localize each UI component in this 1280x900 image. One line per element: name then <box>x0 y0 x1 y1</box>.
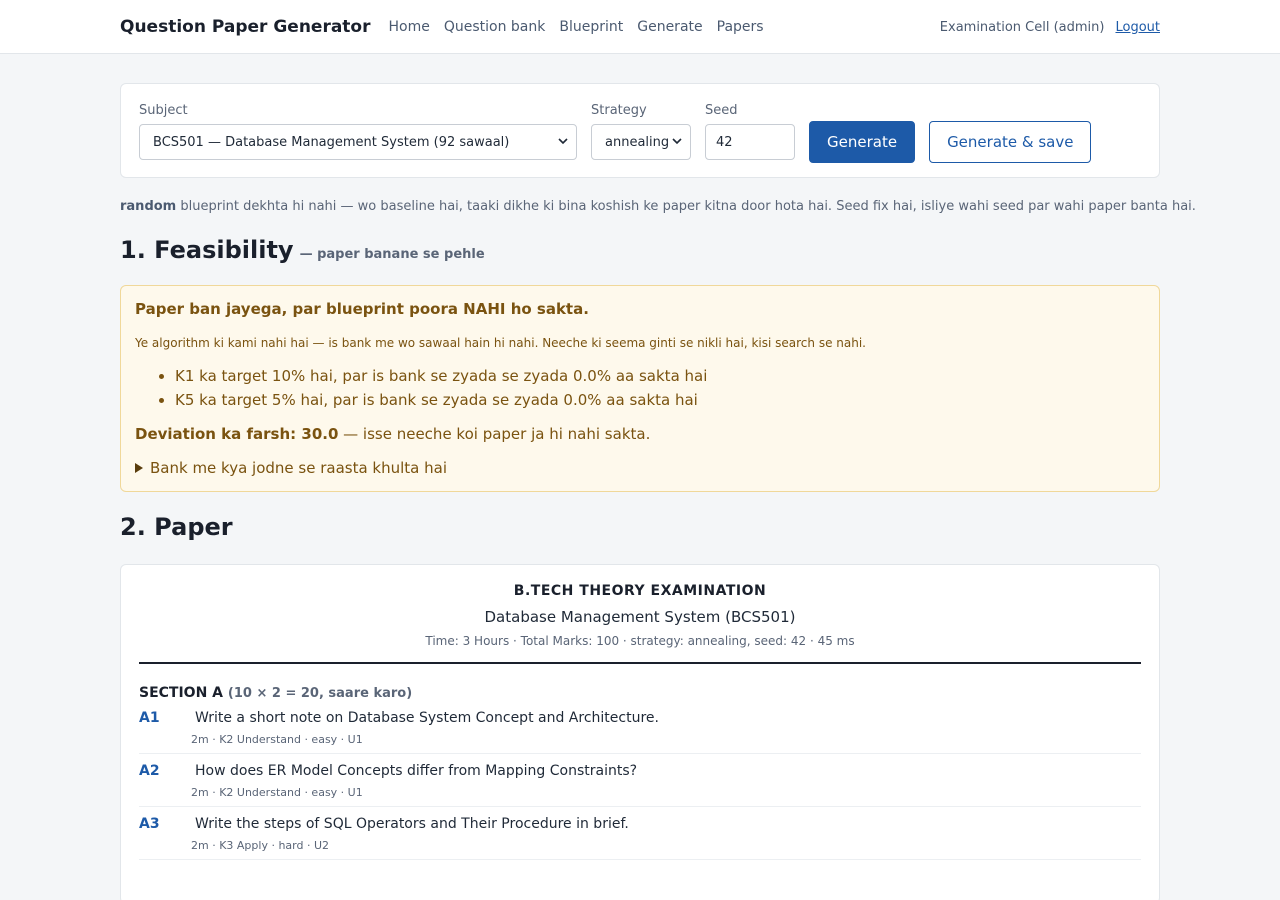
generate-button[interactable]: Generate <box>809 121 916 163</box>
chevron-down-icon <box>558 138 568 145</box>
user-name: Examination Cell (admin) <box>939 19 1105 35</box>
question-meta: 2m · K2 Understand · easy · U1 <box>191 786 363 799</box>
details-label: Bank me kya jodne se raasta khulta hai <box>150 459 448 477</box>
seed-input[interactable]: 42 <box>705 124 795 160</box>
nav-papers[interactable]: Papers <box>717 19 764 35</box>
brand-title[interactable]: Question Paper Generator <box>120 17 371 37</box>
feasibility-heading: 1. Feasibility — paper banane se pehle <box>120 236 1160 264</box>
feasibility-title: 1. Feasibility <box>120 236 294 264</box>
paper-header: B.TECH THEORY EXAMINATION Database Manag… <box>139 583 1141 664</box>
floor-text: — isse neeche koi paper ja hi nahi sakta… <box>338 425 651 443</box>
section-name: SECTION A <box>139 685 224 701</box>
warning-title: Paper ban jayega, par blueprint poora NA… <box>135 300 589 318</box>
warning-list: K1 ka target 10% hai, par is bank se zya… <box>135 364 1145 412</box>
nav-blueprint[interactable]: Blueprint <box>559 19 623 35</box>
section-a-title: SECTION A (10 × 2 = 20, saare karo) <box>139 685 1141 701</box>
subject-value: BCS501 — Database Management System (92 … <box>153 134 510 150</box>
seed-label: Seed <box>705 103 738 118</box>
question-id: A3 <box>139 816 160 832</box>
logout-link[interactable]: Logout <box>1115 20 1160 35</box>
subject-label: Subject <box>139 103 188 118</box>
note-text: blueprint dekhta hi nahi — wo baseline h… <box>176 199 1196 214</box>
exam-title: B.TECH THEORY EXAMINATION <box>513 583 767 599</box>
main-nav: Home Question bank Blueprint Generate Pa… <box>389 19 764 35</box>
question-row: A2 How does ER Model Concepts differ fro… <box>139 754 1141 807</box>
question-meta: 2m · K2 Understand · easy · U1 <box>191 733 363 746</box>
feasibility-warning: Paper ban jayega, par blueprint poora NA… <box>120 285 1160 492</box>
top-navbar: Question Paper Generator Home Question b… <box>0 0 1280 54</box>
chevron-down-icon <box>672 138 682 145</box>
paper-card: B.TECH THEORY EXAMINATION Database Manag… <box>120 564 1160 900</box>
list-item: K1 ka target 10% hai, par is bank se zya… <box>175 364 1145 388</box>
nav-generate[interactable]: Generate <box>637 19 702 35</box>
feasibility-subtitle: — paper banane se pehle <box>299 247 485 262</box>
generate-save-button[interactable]: Generate & save <box>929 121 1092 163</box>
details-toggle[interactable]: Bank me kya jodne se raasta khulta hai <box>135 459 1145 477</box>
note-bold: random <box>120 199 177 214</box>
disclosure-triangle-icon <box>135 463 143 473</box>
question-meta: 2m · K3 Apply · hard · U2 <box>191 839 330 852</box>
strategy-select[interactable]: annealing <box>591 124 691 160</box>
paper-heading: 2. Paper <box>120 513 233 541</box>
deviation-floor: Deviation ka farsh: 30.0 — isse neeche k… <box>135 425 1145 443</box>
nav-question-bank[interactable]: Question bank <box>444 19 546 35</box>
subject-select[interactable]: BCS501 — Database Management System (92 … <box>139 124 577 160</box>
question-text: How does ER Model Concepts differ from M… <box>195 763 638 779</box>
paper-subject: Database Management System (BCS501) <box>484 608 796 626</box>
question-row: A3 Write the steps of SQL Operators and … <box>139 807 1141 860</box>
nav-home[interactable]: Home <box>389 19 430 35</box>
question-text: Write the steps of SQL Operators and The… <box>195 816 629 832</box>
warning-description: Ye algorithm ki kami nahi hai — is bank … <box>135 336 866 350</box>
section-rule: (10 × 2 = 20, saare karo) <box>227 686 413 701</box>
question-id: A1 <box>139 710 160 726</box>
floor-bold: Deviation ka farsh: 30.0 <box>135 425 339 443</box>
generate-form: Subject BCS501 — Database Management Sys… <box>120 83 1160 178</box>
strategy-value: annealing <box>605 134 670 150</box>
strategy-label: Strategy <box>591 103 647 118</box>
question-text: Write a short note on Database System Co… <box>195 710 659 726</box>
question-row: A1 Write a short note on Database System… <box>139 701 1141 754</box>
seed-value: 42 <box>716 134 733 150</box>
strategy-note: random blueprint dekhta hi nahi — wo bas… <box>120 199 1196 214</box>
question-id: A2 <box>139 763 160 779</box>
paper-meta: Time: 3 Hours · Total Marks: 100 · strat… <box>425 634 855 648</box>
list-item: K5 ka target 5% hai, par is bank se zyad… <box>175 388 1145 412</box>
